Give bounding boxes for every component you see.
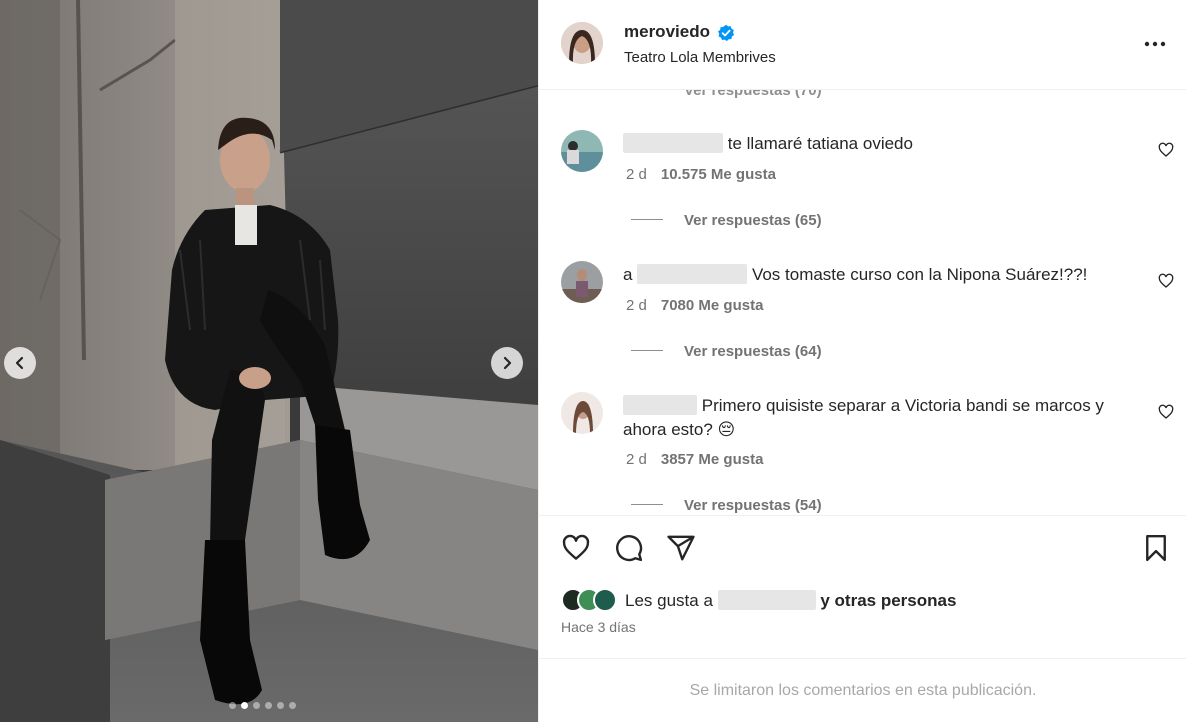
liker-avatar — [593, 588, 617, 612]
comment-icon[interactable] — [613, 533, 645, 563]
comment-text-line: a Vos tomaste curso con la Nipona Suárez… — [623, 263, 1143, 287]
carousel-dot — [265, 702, 272, 709]
commenter-name-fragment: a — [623, 265, 633, 284]
carousel-dot — [229, 702, 236, 709]
avatar-image — [561, 392, 603, 434]
comment-meta: 2 d 10.575 Me gusta — [626, 166, 776, 183]
photo-scene — [0, 0, 538, 722]
author-avatar[interactable] — [561, 22, 603, 64]
comment-like-count[interactable]: 7080 Me gusta — [661, 297, 764, 314]
post-actions: Les gusta a y otras personas Hace 3 días — [539, 515, 1186, 658]
verified-badge-icon — [718, 24, 734, 41]
carousel-dot — [253, 702, 260, 709]
more-dots-icon[interactable] — [1144, 34, 1166, 54]
likes-summary: Les gusta a y otras personas — [561, 586, 956, 614]
view-replies-link[interactable]: Ver respuestas (65) — [631, 212, 822, 229]
likes-text[interactable]: Les gusta a y otras personas — [625, 589, 956, 611]
likes-others[interactable]: y otras personas — [820, 591, 956, 610]
replies-divider — [631, 350, 663, 351]
view-replies-label: Ver respuestas (54) — [684, 497, 822, 514]
comment-age[interactable]: 2 d — [626, 451, 647, 468]
view-replies-link[interactable]: Ver respuestas (64) — [631, 343, 822, 360]
view-replies-label: Ver respuestas (65) — [684, 212, 822, 229]
avatar-image — [561, 22, 603, 64]
view-replies-label: Ver respuestas (64) — [684, 343, 822, 360]
comment-text-line: te llamaré tatiana oviedo — [623, 132, 1143, 156]
carousel-indicator — [229, 702, 296, 709]
heart-icon[interactable] — [560, 533, 592, 563]
comment-text: Vos tomaste curso con la Nipona Suárez!?… — [751, 265, 1088, 284]
commenter-avatar[interactable] — [561, 392, 603, 434]
comments-limited-notice: Se limitaron los comentarios en esta pub… — [539, 658, 1186, 722]
redacted-username — [717, 589, 816, 610]
post-sidebar: meroviedo Teatro Lola Membrives Ver resp… — [538, 0, 1186, 722]
carousel-dot — [289, 702, 296, 709]
commenter-avatar[interactable] — [561, 130, 603, 172]
carousel-next-button[interactable] — [491, 347, 523, 379]
comment-age[interactable]: 2 d — [626, 166, 647, 183]
commenter-avatar[interactable] — [561, 261, 603, 303]
comment-age[interactable]: 2 d — [626, 297, 647, 314]
chevron-right-icon — [503, 356, 512, 370]
carousel-prev-button[interactable] — [4, 347, 36, 379]
post-header: meroviedo Teatro Lola Membrives — [539, 0, 1186, 90]
carousel-dot — [241, 702, 248, 709]
redacted-username — [637, 264, 748, 284]
replies-divider — [631, 504, 663, 505]
carousel-dot — [277, 702, 284, 709]
comment-heart-icon[interactable] — [1158, 273, 1174, 289]
avatar-image — [561, 261, 603, 303]
avatar-image — [561, 130, 603, 172]
comment-heart-icon[interactable] — [1158, 142, 1174, 158]
comment-text-line: Primero quisiste separar a Victoria band… — [623, 394, 1143, 442]
comment-heart-icon[interactable] — [1158, 404, 1174, 420]
comment-text: te llamaré tatiana oviedo — [727, 134, 913, 153]
post-photo[interactable] — [0, 0, 538, 722]
comment-meta: 2 d 7080 Me gusta — [626, 297, 763, 314]
redacted-username — [623, 133, 723, 153]
author-username[interactable]: meroviedo — [624, 22, 710, 42]
send-icon[interactable] — [665, 533, 697, 563]
chevron-left-icon — [15, 356, 24, 370]
bookmark-icon[interactable] — [1141, 533, 1171, 563]
redacted-username — [623, 395, 697, 415]
post-location[interactable]: Teatro Lola Membrives — [624, 49, 776, 66]
post-timestamp[interactable]: Hace 3 días — [561, 619, 636, 635]
replies-divider — [631, 219, 663, 220]
comment-like-count[interactable]: 3857 Me gusta — [661, 451, 764, 468]
comment-meta: 2 d 3857 Me gusta — [626, 451, 763, 468]
likes-prefix: Les gusta a — [625, 590, 713, 610]
view-replies-link[interactable]: Ver respuestas (54) — [631, 497, 822, 514]
comment-like-count[interactable]: 10.575 Me gusta — [661, 166, 776, 183]
